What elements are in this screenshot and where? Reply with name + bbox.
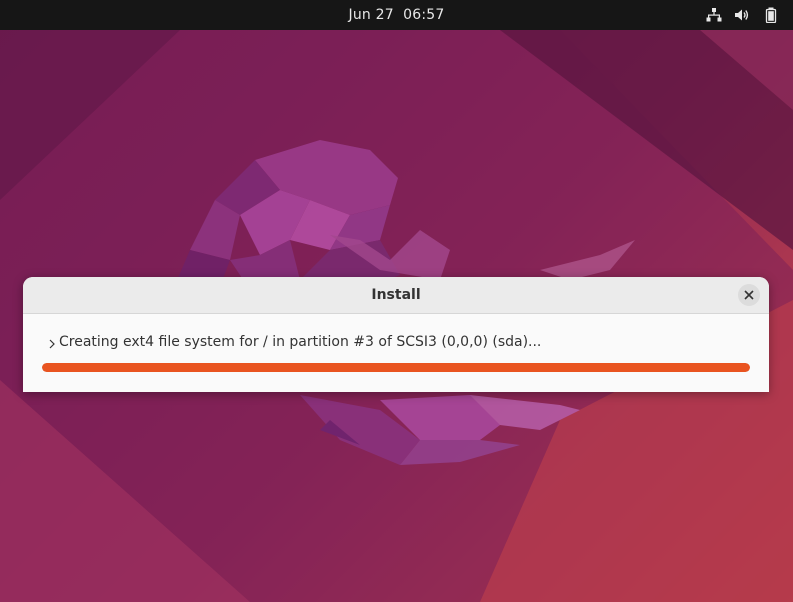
dialog-titlebar[interactable]: Install	[23, 277, 769, 314]
desktop: Jun 27 06:57 Install Creating ext4 file …	[0, 0, 793, 602]
volume-icon[interactable]	[734, 7, 750, 23]
progress-bar	[42, 363, 750, 372]
chevron-right-icon[interactable]	[47, 337, 59, 353]
top-bar: Jun 27 06:57	[0, 0, 793, 30]
network-wired-icon[interactable]	[706, 7, 722, 23]
battery-icon[interactable]	[763, 7, 779, 24]
clock-date: Jun 27	[348, 7, 394, 23]
clock[interactable]: Jun 27 06:57	[0, 7, 793, 23]
status-row: Creating ext4 file system for / in parti…	[47, 334, 541, 353]
dialog-title: Install	[371, 287, 421, 303]
status-text: Creating ext4 file system for / in parti…	[59, 334, 542, 350]
install-dialog: Install Creating ext4 file system for / …	[23, 277, 769, 392]
progress-bar-fill	[42, 363, 750, 372]
close-button[interactable]	[738, 284, 760, 306]
close-icon	[744, 290, 754, 300]
clock-time: 06:57	[403, 7, 445, 23]
